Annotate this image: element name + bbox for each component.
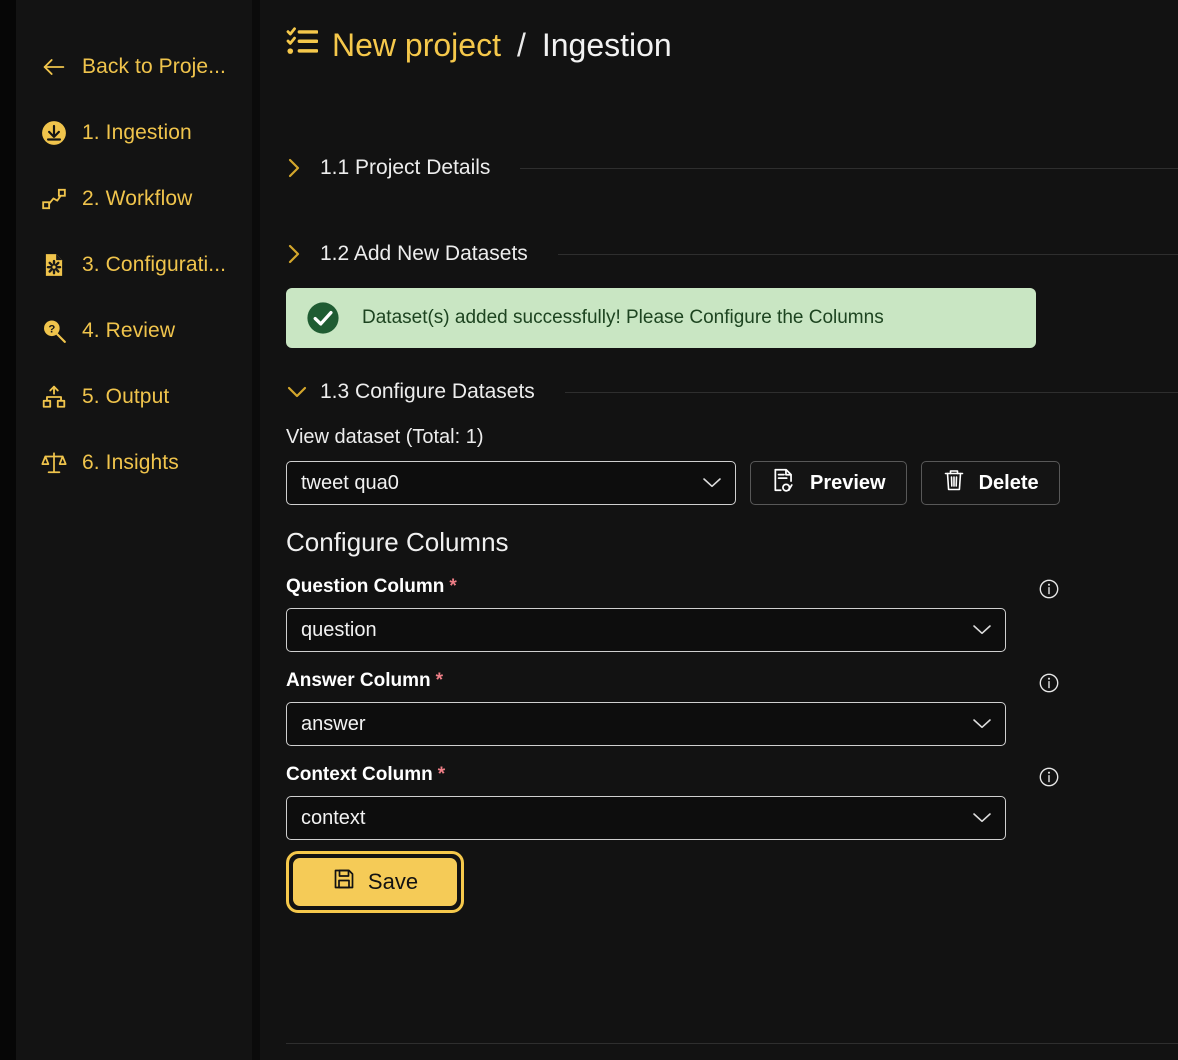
sidebar-item-label: 3. Configurati... [82, 253, 226, 277]
arrow-left-icon [40, 53, 68, 81]
field-label: Answer Column * [286, 670, 1042, 692]
dataset-select-value: tweet qua0 [301, 472, 399, 495]
scales-icon [40, 449, 68, 477]
output-merge-icon [40, 383, 68, 411]
document-search-icon [771, 467, 797, 499]
configure-columns-title: Configure Columns [286, 527, 1178, 558]
sidebar-item-review[interactable]: ? 4. Review [16, 298, 252, 364]
section-rule [558, 254, 1178, 255]
sidebar-item-label: 6. Insights [82, 451, 179, 475]
sidebar-item-workflow[interactable]: 2. Workflow [16, 166, 252, 232]
context-column-select[interactable]: context [286, 796, 1006, 840]
view-dataset-label: View dataset (Total: 1) [286, 426, 1178, 449]
project-name: New project [332, 27, 501, 64]
svg-text:?: ? [48, 324, 55, 336]
sidebar-item-label: 1. Ingestion [82, 121, 192, 145]
sidebar-item-label: 2. Workflow [82, 187, 192, 211]
answer-column-select[interactable]: answer [286, 702, 1006, 746]
main-content: New project / Ingestion 1.1 Project Deta… [260, 0, 1178, 1060]
section-title: 1.2 Add New Datasets [320, 242, 528, 266]
info-circle-icon[interactable] [1038, 578, 1060, 600]
field-question-column: Question Column * question [282, 576, 1042, 652]
delete-button[interactable]: Delete [921, 461, 1060, 505]
save-button-focus-ring: Save [286, 851, 464, 913]
sidebar: Back to Proje... 1. Ingestion 2. Workflo… [16, 0, 252, 1060]
floppy-disk-icon [332, 867, 356, 897]
file-gear-icon [40, 251, 68, 279]
success-alert: Dataset(s) added successfully! Please Co… [286, 288, 1036, 348]
required-asterisk: * [438, 764, 445, 786]
field-label-text: Context Column [286, 764, 433, 786]
sidebar-item-label: Back to Proje... [82, 55, 226, 79]
field-answer-column: Answer Column * answer [282, 670, 1042, 746]
sidebar-item-configuration[interactable]: 3. Configurati... [16, 232, 252, 298]
checklist-icon [286, 26, 318, 64]
chevron-down-icon [286, 380, 308, 404]
question-column-value: question [301, 619, 377, 642]
field-label-text: Question Column [286, 576, 444, 598]
field-label: Question Column * [286, 576, 1042, 598]
chevron-down-icon [972, 619, 992, 642]
sidebar-divider [252, 0, 260, 1060]
trash-icon [942, 467, 966, 499]
field-label: Context Column * [286, 764, 1042, 786]
section-add-new-datasets[interactable]: 1.2 Add New Datasets [282, 242, 1178, 266]
app-root: Back to Proje... 1. Ingestion 2. Workflo… [0, 0, 1178, 1060]
section-rule [520, 168, 1178, 169]
title-separator: / [517, 27, 526, 64]
info-circle-icon[interactable] [1038, 672, 1060, 694]
sidebar-item-insights[interactable]: 6. Insights [16, 430, 252, 496]
section-rule [565, 392, 1178, 393]
section-title: 1.3 Configure Datasets [320, 380, 535, 404]
sidebar-item-label: 5. Output [82, 385, 169, 409]
chevron-down-icon [702, 472, 722, 495]
delete-button-label: Delete [979, 472, 1039, 495]
sidebar-item-output[interactable]: 5. Output [16, 364, 252, 430]
preview-button[interactable]: Preview [750, 461, 907, 505]
field-context-column: Context Column * context [282, 764, 1042, 840]
dataset-toolbar: tweet qua0 Pr [286, 461, 1178, 505]
section-title: 1.1 Project Details [320, 156, 490, 180]
chevron-down-icon [972, 713, 992, 736]
sidebar-item-ingestion[interactable]: 1. Ingestion [16, 100, 252, 166]
chevron-right-icon [286, 242, 308, 266]
question-column-select[interactable]: question [286, 608, 1006, 652]
download-circle-icon [40, 119, 68, 147]
answer-column-value: answer [301, 713, 365, 736]
page-name: Ingestion [542, 27, 672, 64]
chevron-right-icon [286, 156, 308, 180]
preview-button-label: Preview [810, 472, 886, 495]
save-button-label: Save [368, 869, 418, 895]
bottom-divider [286, 1043, 1178, 1044]
chevron-down-icon [972, 807, 992, 830]
alert-message: Dataset(s) added successfully! Please Co… [362, 307, 884, 329]
sidebar-item-label: 4. Review [82, 319, 175, 343]
sidebar-item-back-to-projects[interactable]: Back to Proje... [16, 34, 252, 100]
page-title: New project / Ingestion [282, 26, 1178, 64]
info-circle-icon[interactable] [1038, 766, 1060, 788]
section-configure-datasets[interactable]: 1.3 Configure Datasets [282, 380, 1178, 404]
field-label-text: Answer Column [286, 670, 431, 692]
check-circle-icon [306, 301, 340, 335]
save-button[interactable]: Save [293, 858, 457, 906]
required-asterisk: * [449, 576, 456, 598]
context-column-value: context [301, 807, 365, 830]
workflow-nodes-icon [40, 185, 68, 213]
question-magnifier-icon: ? [40, 317, 68, 345]
section-project-details[interactable]: 1.1 Project Details [282, 156, 1178, 180]
required-asterisk: * [436, 670, 443, 692]
left-rail [0, 0, 16, 1060]
dataset-select[interactable]: tweet qua0 [286, 461, 736, 505]
